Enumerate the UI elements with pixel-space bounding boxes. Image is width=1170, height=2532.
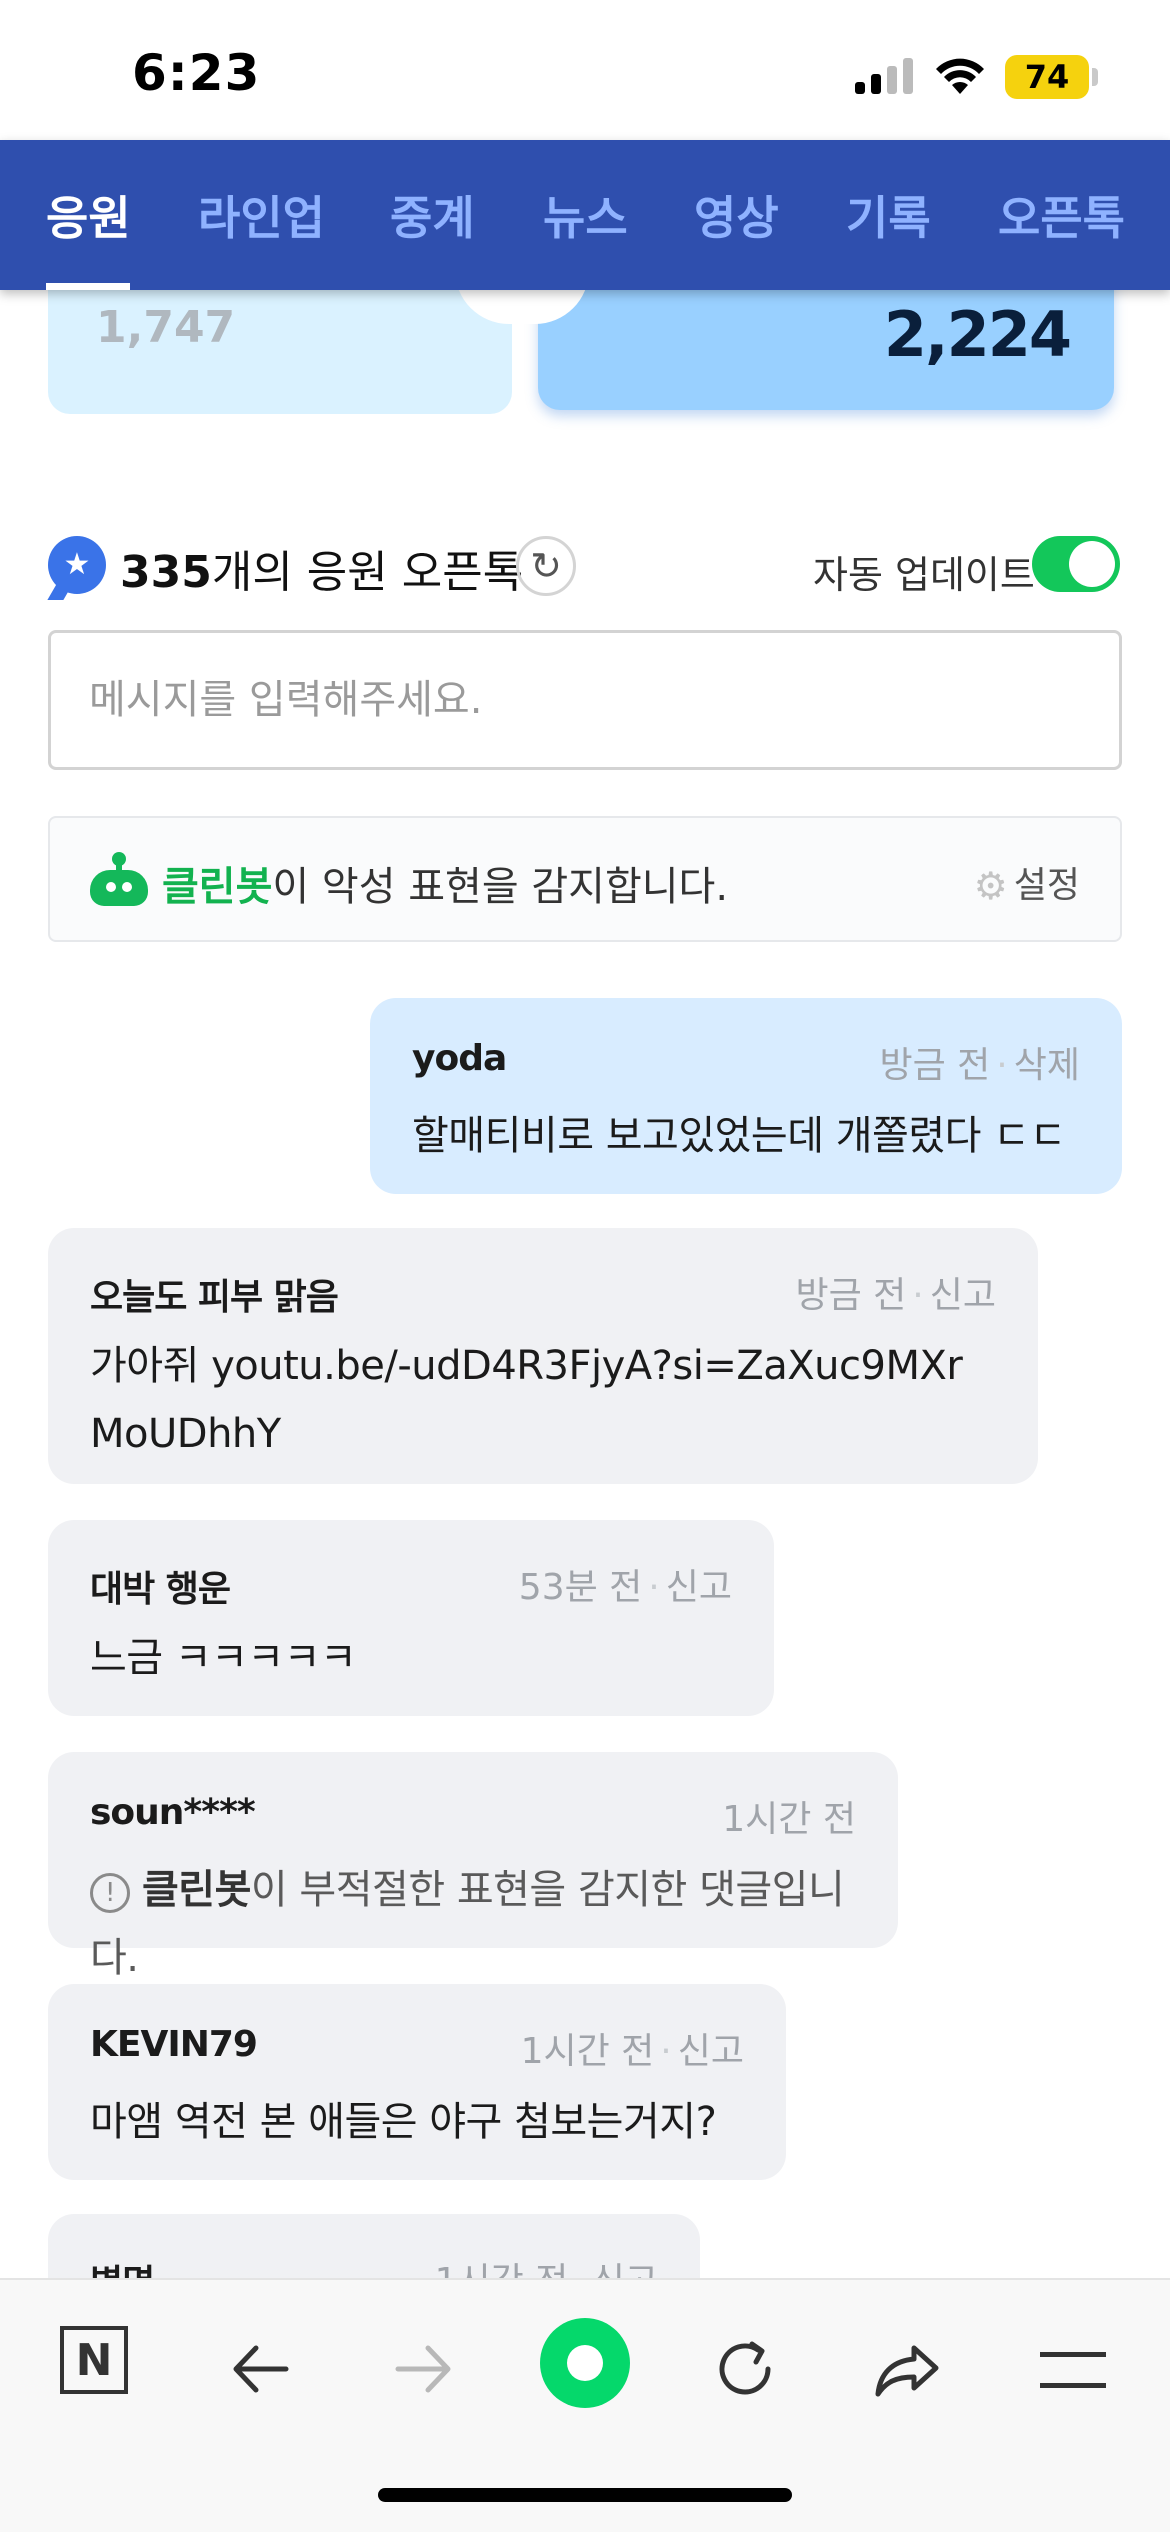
chat-message-filtered: soun**** 1시간 전 ! 클린봇이 부적절한 표현을 감지한 댓글입니다. bbox=[48, 1752, 898, 1981]
auto-update-label: 자동 업데이트 bbox=[813, 553, 1035, 597]
message-meta: 1시간 전·신고 bbox=[520, 2031, 744, 2072]
report-button[interactable]: 신고 bbox=[666, 1567, 732, 1608]
share-icon[interactable] bbox=[862, 2324, 952, 2414]
tab-video[interactable]: 영상 bbox=[694, 182, 779, 248]
gear-icon: ⚙ bbox=[973, 864, 1008, 908]
status-time: 6:23 bbox=[132, 44, 261, 102]
naver-home-icon[interactable]: N bbox=[60, 2326, 128, 2394]
cleanbot-robot-icon bbox=[90, 852, 148, 906]
warning-icon: ! bbox=[90, 1873, 130, 1913]
battery-cap bbox=[1092, 68, 1098, 86]
chat-message: KEVIN79 1시간 전 · 신고 마앰 역전 본 애들은 야구 첨보는거지? bbox=[48, 1984, 786, 2180]
wifi-icon bbox=[936, 58, 984, 94]
report-button[interactable]: 신고 bbox=[930, 1275, 996, 1316]
opentalk-title: 335개의 응원 오픈톡 bbox=[120, 536, 523, 600]
status-bar: 6:23 74 bbox=[0, 0, 1170, 140]
message-text: 마앰 역전 본 애들은 야구 첨보는거지? bbox=[90, 2099, 717, 2145]
tab-news[interactable]: 뉴스 bbox=[543, 182, 628, 248]
message-meta: 방금 전 · 삭제 bbox=[879, 1045, 1080, 1086]
report-button[interactable]: 신고 bbox=[678, 2031, 744, 2072]
message-text: 가아쥐 youtu.be/-udD4R3FjyA?si=ZaXuc9MXrMoU… bbox=[90, 1343, 963, 1457]
message-text: 할매티비로 보고있었는데 개쫄렸다 ㄷㄷ bbox=[412, 1113, 1066, 1159]
chat-message-mine: yoda 방금 전 · 삭제 할매티비로 보고있었는데 개쫄렸다 ㄷㄷ bbox=[370, 998, 1122, 1194]
message-author: KEVIN79 bbox=[90, 2024, 258, 2065]
delete-button[interactable]: 삭제 bbox=[1014, 1045, 1080, 1086]
opentalk-header: ★ 335개의 응원 오픈톡 ↻ 자동 업데이트 bbox=[48, 530, 1122, 602]
star-chat-icon: ★ bbox=[48, 536, 106, 594]
tab-opentalk[interactable]: 오픈톡 bbox=[998, 182, 1125, 248]
opentalk-title-suffix: 개의 응원 오픈톡 bbox=[211, 547, 524, 598]
tab-bar: 응원 라인업 중계 뉴스 영상 기록 오픈톡 bbox=[0, 140, 1170, 290]
home-indicator bbox=[378, 2488, 792, 2502]
auto-update-toggle[interactable] bbox=[1032, 536, 1120, 592]
menu-icon[interactable] bbox=[1040, 2352, 1106, 2388]
tab-broadcast[interactable]: 중계 bbox=[390, 182, 475, 248]
reload-icon[interactable] bbox=[700, 2324, 790, 2414]
cheer-count-home: 2,224 bbox=[883, 298, 1072, 371]
message-author: soun**** bbox=[90, 1792, 256, 1833]
chat-message: 대박 행운 53분 전 · 신고 느금 ㅋㅋㅋㅋㅋ bbox=[48, 1520, 774, 1716]
message-author: 대박 행운 bbox=[90, 1569, 231, 1610]
message-input[interactable] bbox=[48, 630, 1122, 770]
message-meta: 1시간 전 bbox=[722, 1799, 856, 1840]
cleanbot-text: 클린봇이 악성 표현을 감지합니다. bbox=[162, 864, 729, 910]
message-author: yoda bbox=[412, 1038, 507, 1079]
message-meta: 53분 전 · 신고 bbox=[518, 1567, 732, 1608]
tab-lineup[interactable]: 라인업 bbox=[198, 182, 325, 248]
cheer-count-away: 1,747 bbox=[96, 302, 236, 353]
filtered-notice: ! 클린봇이 부적절한 표현을 감지한 댓글입니다. bbox=[90, 1867, 845, 1981]
message-author: 오늘도 피부 맑음 bbox=[90, 1277, 339, 1318]
message-text: 느금 ㅋㅋㅋㅋㅋ bbox=[90, 1635, 357, 1681]
cellular-signal-icon bbox=[855, 58, 913, 94]
cleanbot-notice: 클린봇이 악성 표현을 감지합니다. ⚙ 설정 bbox=[48, 816, 1122, 942]
back-arrow-icon[interactable] bbox=[216, 2324, 306, 2414]
chat-message: 오늘도 피부 맑음 방금 전 · 신고 가아쥐 youtu.be/-udD4R3Fj… bbox=[48, 1228, 1038, 1484]
tab-records[interactable]: 기록 bbox=[846, 182, 931, 248]
opentalk-count: 335 bbox=[120, 547, 212, 598]
cleanbot-name: 클린봇 bbox=[162, 864, 273, 910]
refresh-icon[interactable]: ↻ bbox=[516, 536, 576, 596]
green-dot-button[interactable] bbox=[540, 2318, 630, 2408]
message-meta: 방금 전 · 신고 bbox=[795, 1275, 996, 1316]
cleanbot-settings-button[interactable]: ⚙ 설정 bbox=[974, 856, 1080, 908]
active-tab-indicator bbox=[46, 283, 130, 290]
battery-level: 74 bbox=[1005, 55, 1089, 99]
tab-cheer[interactable]: 응원 bbox=[46, 182, 131, 248]
forward-arrow-icon[interactable] bbox=[378, 2324, 468, 2414]
